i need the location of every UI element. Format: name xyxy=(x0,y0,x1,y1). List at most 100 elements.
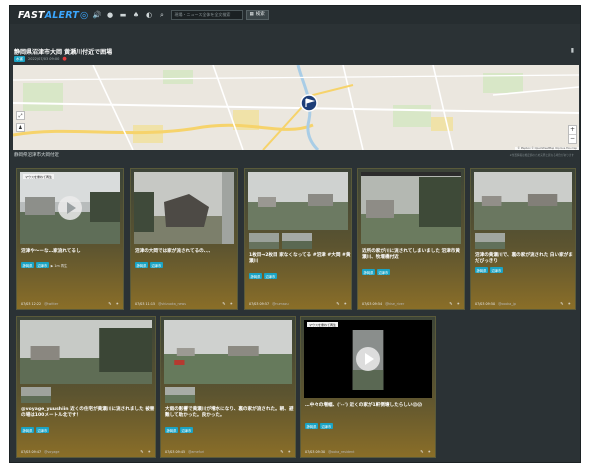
post-source[interactable]: @oooka_jp xyxy=(498,302,516,306)
edit-icon[interactable]: ✎ xyxy=(108,301,111,306)
tag[interactable]: 沼津市 xyxy=(35,262,49,268)
post-text: 大雨の影響で黄瀬川が増水になり、裏の家が流された。朝、避難して助かった。良かった… xyxy=(165,407,294,418)
post-image[interactable] xyxy=(20,320,152,384)
post-time: 07/03 11:15 xyxy=(135,301,156,306)
tag[interactable]: 静岡県 xyxy=(362,269,375,275)
post-image[interactable] xyxy=(361,172,461,244)
play-count: ▶ 1m 再生 xyxy=(50,263,68,268)
map-person-icon[interactable]: ♟ xyxy=(16,123,25,132)
link-icon[interactable]: ⚭ xyxy=(428,449,431,454)
post-tags: 静岡県 沼津市 xyxy=(135,262,163,268)
tag[interactable]: 沼津市 xyxy=(35,427,49,433)
post-source[interactable]: @voyage xyxy=(44,450,59,454)
edit-icon[interactable]: ✎ xyxy=(280,449,283,454)
tag[interactable]: 沼津市 xyxy=(319,423,333,429)
tag[interactable]: 沼津市 xyxy=(179,427,193,433)
chat-icon[interactable]: ● xyxy=(106,11,115,20)
logo-text-main: FAST xyxy=(18,9,45,21)
event-time: 2022/07/03 09:00 xyxy=(28,57,60,61)
post-source[interactable]: @twitter xyxy=(44,302,58,306)
tag[interactable]: 静岡県 xyxy=(21,427,34,433)
post-time: 07/03 12:22 xyxy=(21,301,42,306)
map-expand-button[interactable]: ⤢ xyxy=(16,111,25,120)
message-icon[interactable]: ▬ xyxy=(119,11,128,20)
contrast-icon[interactable]: ◐ xyxy=(145,11,154,20)
search-button[interactable]: ▦ 検索 xyxy=(245,10,269,20)
zoom-in-button[interactable]: + xyxy=(569,126,576,134)
search-icon: ⌕ xyxy=(160,10,164,19)
play-button[interactable] xyxy=(58,196,82,220)
bookmark-icon[interactable]: ▮ xyxy=(571,47,574,54)
post-video[interactable]: マウスを重ねて再生 xyxy=(20,172,120,244)
edit-icon[interactable]: ✎ xyxy=(336,301,339,306)
bell-icon[interactable]: ♠ xyxy=(132,11,141,20)
image-thumbnail[interactable] xyxy=(165,387,195,403)
post-card[interactable]: 大雨の影響で黄瀬川が増水になり、裏の家が流された。朝、避難して助かった。良かった… xyxy=(160,316,296,458)
post-source[interactable]: @shizuoka_news xyxy=(158,302,186,306)
edit-icon[interactable]: ✎ xyxy=(420,449,423,454)
volume-icon[interactable]: 🔊 xyxy=(93,11,102,20)
location-pin-icon[interactable]: ● xyxy=(62,56,66,62)
post-card[interactable]: 沼津の黄瀬川で、裏の家が流された 白い家がまだびっきり 静岡県 沼津市 07/0… xyxy=(470,168,576,310)
event-meta: 水害 2022/07/03 09:00 ● xyxy=(14,56,67,62)
tag[interactable]: 静岡県 xyxy=(475,267,488,273)
post-image[interactable] xyxy=(474,172,572,230)
top-bar: FAST ALERT ◎ 🔊 ● ▬ ♠ ◐ ⌕ 現場・ニュース全体を全文検索 ▦ 検… xyxy=(10,6,580,24)
post-source[interactable]: @kise_river xyxy=(385,302,404,306)
edit-icon[interactable]: ✎ xyxy=(560,301,563,306)
link-icon[interactable]: ⚭ xyxy=(116,301,119,306)
post-text: @voyage_yuushiin 近くの住宅が黄瀬川に流されました 被害の場は1… xyxy=(21,407,155,418)
link-icon[interactable]: ⚭ xyxy=(288,449,291,454)
tag[interactable]: 静岡県 xyxy=(165,427,178,433)
post-card[interactable]: 沼津の大岡では家が流されてるの、、、 静岡県 沼津市 07/03 11:15 @… xyxy=(130,168,238,310)
link-icon[interactable]: ⚭ xyxy=(344,301,347,306)
post-source[interactable]: @ooka_resident xyxy=(328,450,354,454)
tag[interactable]: 静岡県 xyxy=(305,423,318,429)
tag[interactable]: 沼津市 xyxy=(263,273,277,279)
post-tags: 静岡県 沼津市 ▶ 1m 再生 xyxy=(21,262,67,268)
post-image[interactable] xyxy=(164,320,292,384)
event-map[interactable]: + − ⤢ ♟ © Mapbox © OpenStreetMap Improve… xyxy=(13,65,579,150)
play-button[interactable] xyxy=(356,347,380,371)
post-text: 沼津や〜ーな…家流れてるし xyxy=(21,249,81,254)
post-tags: 静岡県 沼津市 xyxy=(305,423,333,429)
link-icon[interactable]: ⚭ xyxy=(148,449,151,454)
post-time: 07/03 09:50 xyxy=(475,301,496,306)
edit-icon[interactable]: ✎ xyxy=(222,301,225,306)
search-input[interactable]: 現場・ニュース全体を全文検索 xyxy=(170,10,243,20)
post-card[interactable]: マウスを重ねて再生 沼津や〜ーな…家流れてるし 静岡県 沼津市 ▶ 1m 再生 … xyxy=(16,168,124,310)
post-footer: 07/03 09:50 @oooka_jp ✎ ⚭ xyxy=(475,301,571,306)
edit-icon[interactable]: ✎ xyxy=(140,449,143,454)
image-thumbnail[interactable] xyxy=(475,233,505,249)
post-image[interactable] xyxy=(134,172,234,244)
video-hover-label: マウスを重ねて再生 xyxy=(23,174,55,179)
post-card[interactable]: @voyage_yuushiin 近くの住宅が黄瀬川に流されました 被害の場は1… xyxy=(16,316,156,458)
tag[interactable]: 沼津市 xyxy=(376,269,390,275)
post-image[interactable] xyxy=(248,172,348,230)
image-thumbnail[interactable] xyxy=(249,233,279,249)
map-attribution[interactable]: © Mapbox © OpenStreetMap Improve this ma… xyxy=(515,147,579,150)
post-video[interactable]: マウスを重ねて再生 xyxy=(304,320,432,398)
tag[interactable]: 静岡県 xyxy=(135,262,148,268)
link-icon[interactable]: ⚭ xyxy=(457,301,460,306)
post-card[interactable]: マウスを重ねて再生 …中々の増幅、('--') 近くの家が1軒倒壊したらしい😱😱… xyxy=(300,316,436,458)
tag[interactable]: 静岡県 xyxy=(21,262,34,268)
post-time: 07/03 09:30 xyxy=(305,449,326,454)
map-caption: 静岡県沼津市大岡付近 xyxy=(14,153,59,158)
image-thumbnail[interactable] xyxy=(21,387,51,403)
map-zoom-control[interactable]: + − xyxy=(568,125,577,144)
post-card[interactable]: 1枚目→2枚目 家なくなってる #沼津 #大岡 #黄瀬川 静岡県 沼津市 07/… xyxy=(244,168,352,310)
link-icon[interactable]: ⚭ xyxy=(568,301,571,306)
image-thumbnail[interactable] xyxy=(282,233,312,249)
tag[interactable]: 沼津市 xyxy=(489,267,503,273)
zoom-out-button[interactable]: − xyxy=(569,134,576,143)
tag[interactable]: 静岡県 xyxy=(249,273,262,279)
fastalert-logo[interactable]: FAST ALERT ◎ xyxy=(18,10,89,21)
post-footer: 07/03 09:57 @numazu ✎ ⚭ xyxy=(249,301,347,306)
link-icon[interactable]: ⚭ xyxy=(230,301,233,306)
tag[interactable]: 沼津市 xyxy=(149,262,163,268)
post-source[interactable]: @numazu xyxy=(272,302,289,306)
edit-icon[interactable]: ✎ xyxy=(449,301,452,306)
post-card[interactable]: 近所の家が川に流されてしまいました 沼津市黄瀬川、牧堰橋付近 静岡県 沼津市 0… xyxy=(357,168,465,310)
post-source[interactable]: @amefuri xyxy=(188,450,204,454)
